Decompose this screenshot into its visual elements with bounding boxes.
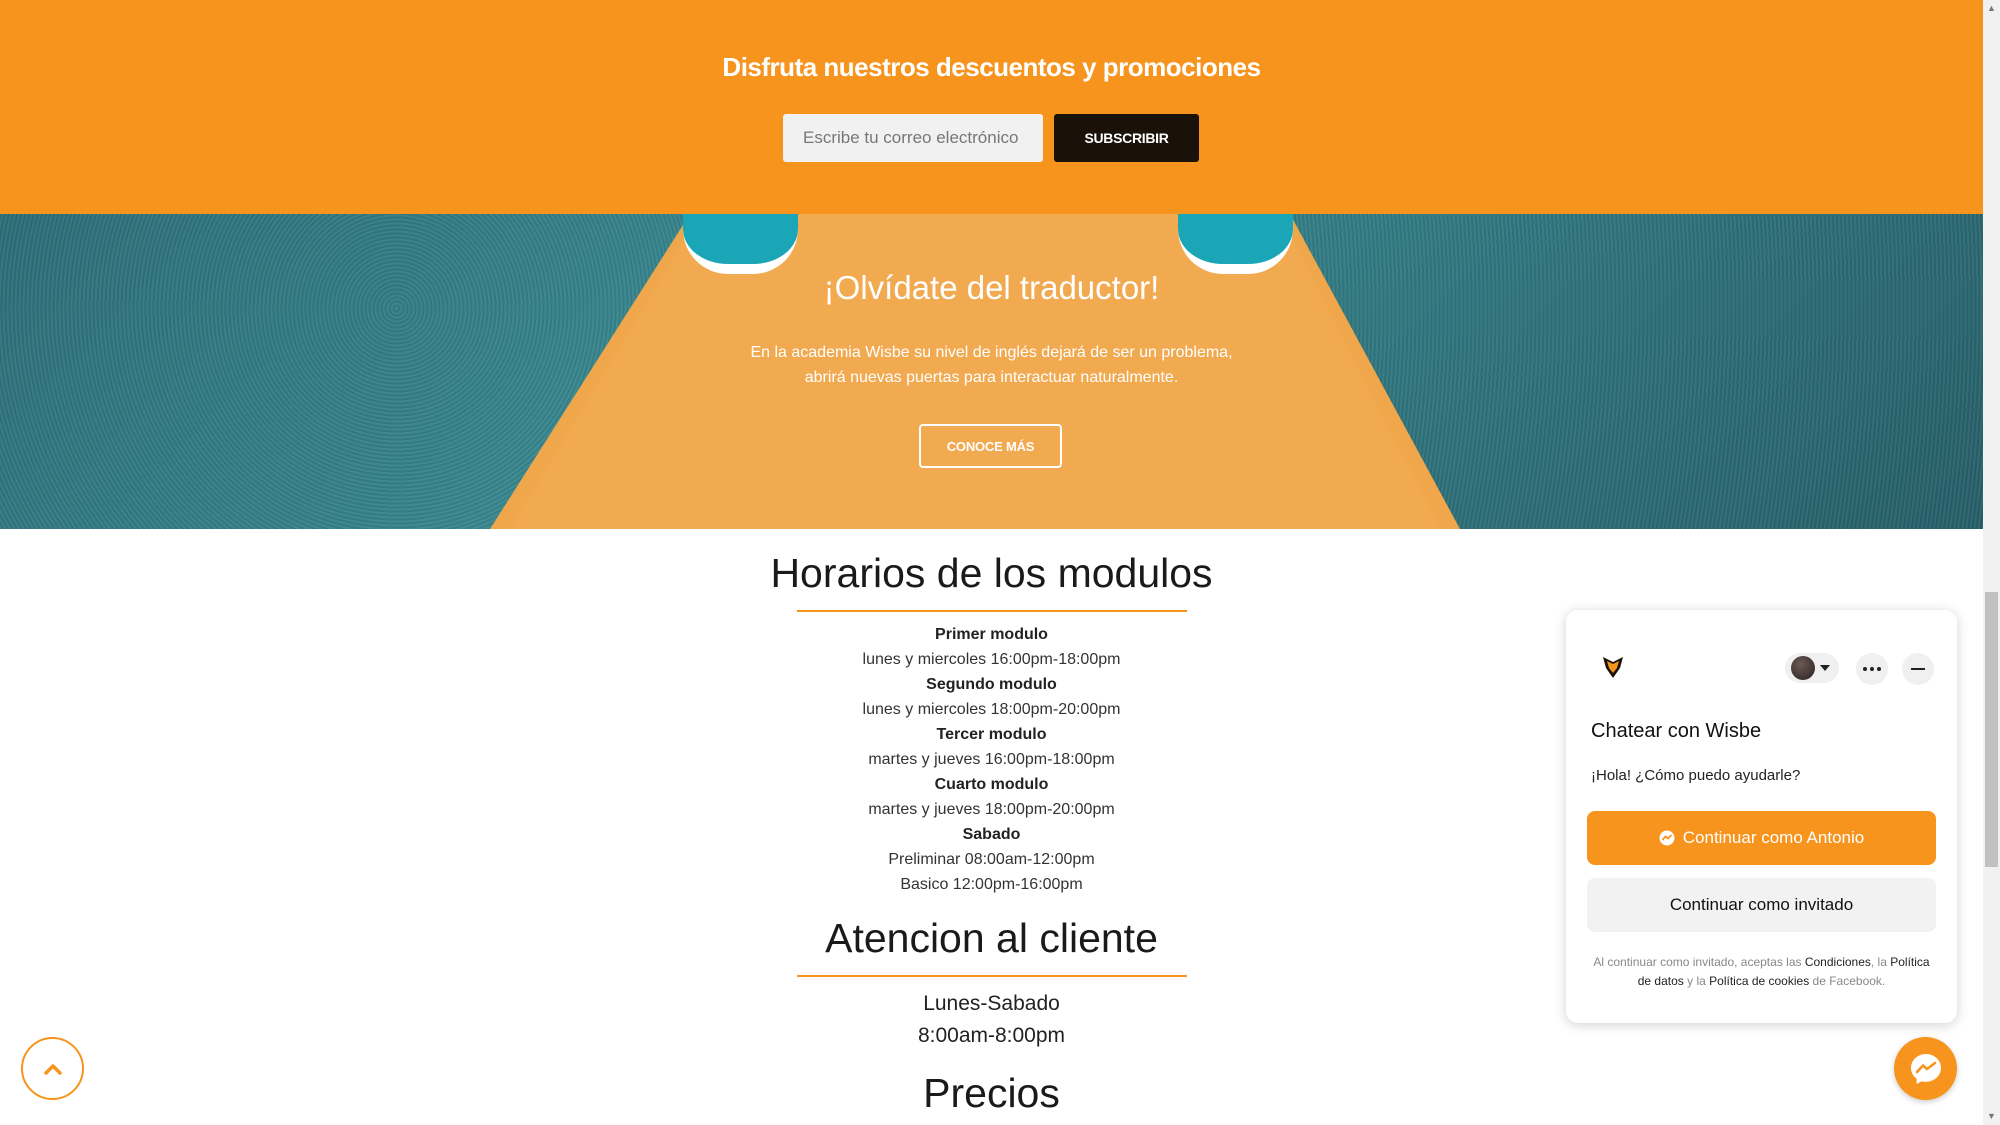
atencion-title-underline: [797, 975, 1187, 977]
legal-prefix: Al continuar como invitado, aceptas las: [1593, 955, 1802, 969]
terms-link[interactable]: Condiciones: [1805, 955, 1871, 969]
hero-text-line2: abrirá nuevas puertas para interactuar n…: [804, 369, 1179, 386]
email-input[interactable]: [783, 114, 1043, 162]
promo-title: Disfruta nuestros descuentos y promocion…: [722, 52, 1261, 82]
atencion-time: 8:00am-8:00pm: [917, 1024, 1066, 1047]
back-to-top-button[interactable]: [21, 1037, 84, 1100]
subscribe-button[interactable]: SUBSCRIBIR: [1054, 114, 1199, 162]
promo-banner: Disfruta nuestros descuentos y promocion…: [0, 0, 1983, 214]
account-switcher[interactable]: [1785, 653, 1839, 683]
legal-sep: , la: [1870, 955, 1887, 969]
hero-banner: ¡Olvídate del traductor! En la academia …: [0, 214, 1983, 529]
hero-text-line1: En la academia Wisbe su nivel de inglés …: [750, 344, 1233, 361]
minimize-icon: [1911, 668, 1925, 670]
chat-legal-text: Al continuar como invitado, aceptas las …: [1591, 953, 1932, 991]
scrollbar-thumb[interactable]: [1985, 592, 1998, 867]
chat-widget: Chatear con Wisbe ¡Hola! ¿Cómo puedo ayu…: [1566, 610, 1957, 1023]
messenger-button[interactable]: [1894, 1037, 1957, 1100]
messenger-icon: [1659, 830, 1675, 846]
continue-as-user-button[interactable]: Continuar como Antonio: [1587, 811, 1936, 865]
cookie-policy-link[interactable]: Política de cookies: [1709, 974, 1809, 988]
page-scrollbar[interactable]: ▲ ▼: [1983, 0, 2000, 1125]
precios-title: Precios: [923, 1070, 1060, 1116]
hero-text: En la academia Wisbe su nivel de inglés …: [0, 340, 1983, 390]
subscribe-form: SUBSCRIBIR: [783, 114, 1199, 162]
legal-sep: y la: [1687, 974, 1706, 988]
caret-down-icon: [1820, 665, 1830, 671]
messenger-icon: [1910, 1053, 1941, 1084]
legal-suffix: de Facebook.: [1812, 974, 1886, 988]
chat-title: Chatear con Wisbe: [1591, 720, 1762, 742]
schedule-title-underline: [797, 610, 1187, 612]
hero-title: ¡Olvídate del traductor!: [823, 269, 1160, 306]
schedule-title: Horarios de los modulos: [770, 550, 1213, 596]
avatar: [1791, 656, 1815, 680]
wisbe-logo-icon: [1600, 654, 1626, 685]
conoce-mas-button[interactable]: CONOCE MÁS: [919, 424, 1062, 468]
continue-as-user-label: Continuar como Antonio: [1682, 828, 1865, 847]
minimize-button[interactable]: [1902, 653, 1934, 685]
chat-greeting: ¡Hola! ¿Cómo puedo ayudarle?: [1591, 767, 1801, 784]
more-options-button[interactable]: [1856, 653, 1888, 685]
scroll-up-arrow-icon[interactable]: ▲: [1983, 0, 2000, 17]
more-icon: [1863, 667, 1881, 671]
scroll-down-arrow-icon[interactable]: ▼: [1983, 1108, 2000, 1125]
continue-as-guest-button[interactable]: Continuar como invitado: [1587, 878, 1936, 932]
chevron-up-icon: [43, 1063, 62, 1075]
